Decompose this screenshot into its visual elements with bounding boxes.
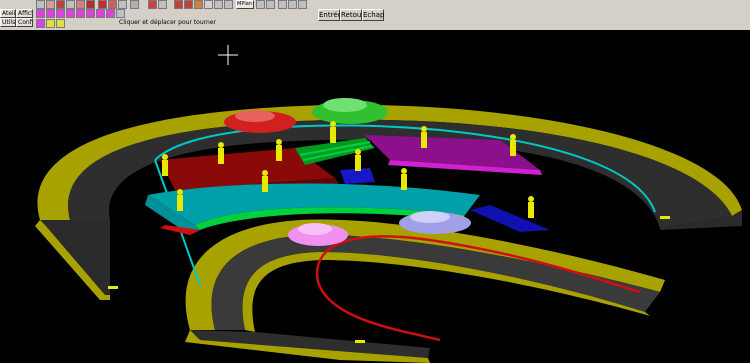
3d-viewport[interactable] — [0, 30, 750, 363]
car-green-roof — [323, 98, 367, 112]
tool-icon-1[interactable] — [36, 0, 45, 9]
car-lilac-roof — [410, 211, 450, 223]
figure-7 — [262, 176, 268, 192]
track-marker-1 — [108, 286, 118, 289]
tool-icon-13[interactable] — [174, 0, 183, 9]
tool-icon-22[interactable] — [288, 0, 297, 9]
tool-icon-17[interactable] — [214, 0, 223, 9]
echap-button[interactable]: Echap — [362, 9, 384, 21]
affiche-button[interactable]: Affiche — [16, 9, 33, 18]
mplan-dropdown[interactable]: MPlan — [236, 0, 254, 9]
tool-icon-5[interactable] — [76, 0, 85, 9]
tool-icon-25[interactable] — [46, 9, 55, 18]
tool-icon-30[interactable] — [96, 9, 105, 18]
tool-icon-6[interactable] — [86, 0, 95, 9]
tool-icon-18[interactable] — [224, 0, 233, 9]
figure-3 — [330, 127, 336, 143]
tool-icon-26[interactable] — [56, 9, 65, 18]
config-button[interactable]: Config — [16, 18, 33, 27]
tool-icon-3[interactable] — [56, 0, 65, 9]
toolbar: Atelier Affiche Utils Config MPlan Cliqu… — [0, 0, 750, 31]
tool-icon-20[interactable] — [266, 0, 275, 9]
crosshair-cursor — [218, 45, 238, 65]
tool-icon-7[interactable] — [98, 0, 107, 9]
tool-icon-27[interactable] — [66, 9, 75, 18]
figure-5 — [510, 140, 516, 156]
stand-blue — [470, 205, 550, 232]
figure-4 — [421, 132, 427, 148]
tool-icon-14[interactable] — [184, 0, 193, 9]
retour-button[interactable]: Retour — [340, 9, 364, 21]
figure-10 — [177, 195, 183, 211]
tool-icon-29[interactable] — [86, 9, 95, 18]
figure-8 — [355, 155, 361, 171]
outer-track-left-straight — [40, 220, 110, 295]
tool-icon-31[interactable] — [106, 9, 115, 18]
tool-icon-28[interactable] — [76, 9, 85, 18]
car-pink-roof — [298, 223, 332, 235]
car-red-roof — [235, 110, 275, 122]
tool-icon-11[interactable] — [148, 0, 157, 9]
status-text: Cliquer et déplacer pour tourner — [119, 19, 216, 26]
inner-track — [211, 234, 661, 330]
tool-icon-9[interactable] — [118, 0, 127, 9]
tool-icon-10[interactable] — [130, 0, 139, 9]
tool-icon-21[interactable] — [278, 0, 287, 9]
tool-icon-4[interactable] — [66, 0, 75, 9]
utils-button[interactable]: Utils — [0, 18, 16, 27]
tool-icon-34[interactable] — [46, 19, 55, 28]
tool-icon-16[interactable] — [204, 0, 213, 9]
tool-icon-32[interactable] — [116, 9, 125, 18]
tool-icon-12[interactable] — [158, 0, 167, 9]
scene-canvas — [35, 98, 742, 363]
track-marker-2 — [355, 340, 365, 343]
tool-icon-24[interactable] — [36, 9, 45, 18]
tool-icon-2[interactable] — [46, 0, 55, 9]
atelier-button[interactable]: Atelier — [0, 9, 16, 18]
figure-11 — [528, 202, 534, 218]
tool-icon-23[interactable] — [298, 0, 307, 9]
entree-button[interactable]: Entrée — [318, 9, 342, 21]
figure-2 — [276, 145, 282, 161]
tool-icon-15[interactable] — [194, 0, 203, 9]
figure-6 — [162, 160, 168, 176]
track-marker-3 — [660, 216, 670, 219]
tool-icon-19[interactable] — [256, 0, 265, 9]
figure-1 — [218, 148, 224, 164]
tool-icon-35[interactable] — [56, 19, 65, 28]
tool-icon-33[interactable] — [36, 19, 45, 28]
figure-9 — [401, 174, 407, 190]
tool-icon-8[interactable] — [108, 0, 117, 9]
